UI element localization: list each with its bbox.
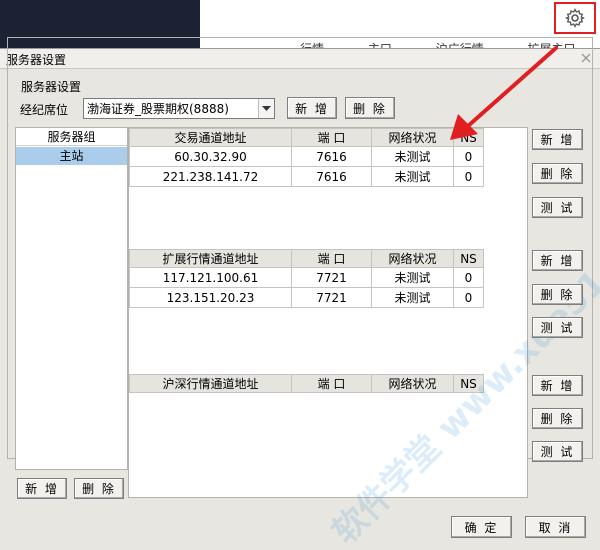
column-header: 端 口: [291, 374, 372, 393]
cell-status: 未测试: [371, 287, 454, 308]
channel-panel: 交易通道地址 端 口 网络状况 NS 60.30.32.90 7616 未测试 …: [128, 127, 600, 550]
cell-status: 未测试: [371, 146, 454, 167]
cell-status: 未测试: [371, 267, 454, 288]
column-header: 扩展行情通道地址: [129, 249, 292, 268]
group-add-button[interactable]: 新 增: [17, 478, 67, 499]
cell-address: 123.151.20.23: [129, 287, 292, 308]
trade-channel-table: 交易通道地址 端 口 网络状况 NS 60.30.32.90 7616 未测试 …: [129, 128, 484, 187]
cell-port: 7616: [291, 166, 372, 187]
table-row[interactable]: 123.151.20.23 7721 未测试 0: [129, 287, 484, 308]
groupbox-label: 服务器设置: [18, 78, 85, 95]
ext-quote-test-button[interactable]: 测 试: [532, 317, 583, 338]
cell-ns: 0: [453, 146, 484, 167]
table-row[interactable]: 221.238.141.72 7616 未测试 0: [129, 166, 484, 187]
server-group-header: 服务器组: [16, 128, 127, 146]
sh-sz-add-button[interactable]: 新 增: [532, 375, 583, 396]
cell-address: 117.121.100.61: [129, 267, 292, 288]
cell-port: 7721: [291, 287, 372, 308]
cell-ns: 0: [453, 287, 484, 308]
cell-port: 7616: [291, 146, 372, 167]
cell-ns: 0: [453, 267, 484, 288]
broker-label: 经纪席位: [20, 103, 69, 117]
ext-quote-delete-button[interactable]: 删 除: [532, 284, 583, 305]
table-row[interactable]: 117.121.100.61 7721 未测试 0: [129, 267, 484, 288]
broker-delete-button[interactable]: 删 除: [345, 97, 395, 119]
broker-select[interactable]: 渤海证券_股票期权(8888): [83, 98, 275, 119]
cell-ns: 0: [453, 166, 484, 187]
column-header: 端 口: [291, 128, 372, 147]
column-header: NS: [453, 128, 484, 147]
trade-add-button[interactable]: 新 增: [532, 129, 583, 150]
table-header-row: 沪深行情通道地址 端 口 网络状况 NS: [129, 374, 484, 393]
trade-delete-button[interactable]: 删 除: [532, 163, 583, 184]
sh-sz-delete-button[interactable]: 删 除: [532, 408, 583, 429]
settings-gear-button[interactable]: [554, 2, 596, 34]
server-group-item-main[interactable]: 主站: [16, 147, 127, 165]
broker-select-value: 渤海证券_股票期权(8888): [87, 102, 229, 116]
chevron-down-icon[interactable]: [258, 99, 274, 118]
column-header: NS: [453, 249, 484, 268]
sh-sz-test-button[interactable]: 测 试: [532, 441, 583, 462]
cell-status: 未测试: [371, 166, 454, 187]
sh-sz-quote-channel-table: 沪深行情通道地址 端 口 网络状况 NS: [129, 374, 484, 393]
table-row[interactable]: 60.30.32.90 7616 未测试 0: [129, 146, 484, 167]
column-header: 交易通道地址: [129, 128, 292, 147]
server-group-list[interactable]: 服务器组 主站: [15, 127, 128, 470]
column-header: 沪深行情通道地址: [129, 374, 292, 393]
cell-port: 7721: [291, 267, 372, 288]
column-header: 网络状况: [371, 374, 454, 393]
cancel-button[interactable]: 取 消: [525, 516, 586, 538]
group-delete-button[interactable]: 删 除: [74, 478, 124, 499]
trade-test-button[interactable]: 测 试: [532, 197, 583, 218]
ext-quote-add-button[interactable]: 新 增: [532, 250, 583, 271]
column-header: 端 口: [291, 249, 372, 268]
column-header: 网络状况: [371, 128, 454, 147]
column-header: 网络状况: [371, 249, 454, 268]
table-header-row: 扩展行情通道地址 端 口 网络状况 NS: [129, 249, 484, 268]
broker-add-button[interactable]: 新 增: [287, 97, 337, 119]
gear-icon: [565, 8, 585, 28]
ext-quote-channel-table: 扩展行情通道地址 端 口 网络状况 NS 117.121.100.61 7721…: [129, 249, 484, 308]
cell-address: 221.238.141.72: [129, 166, 292, 187]
cell-address: 60.30.32.90: [129, 146, 292, 167]
table-header-row: 交易通道地址 端 口 网络状况 NS: [129, 128, 484, 147]
column-header: NS: [453, 374, 484, 393]
ok-button[interactable]: 确 定: [451, 516, 512, 538]
